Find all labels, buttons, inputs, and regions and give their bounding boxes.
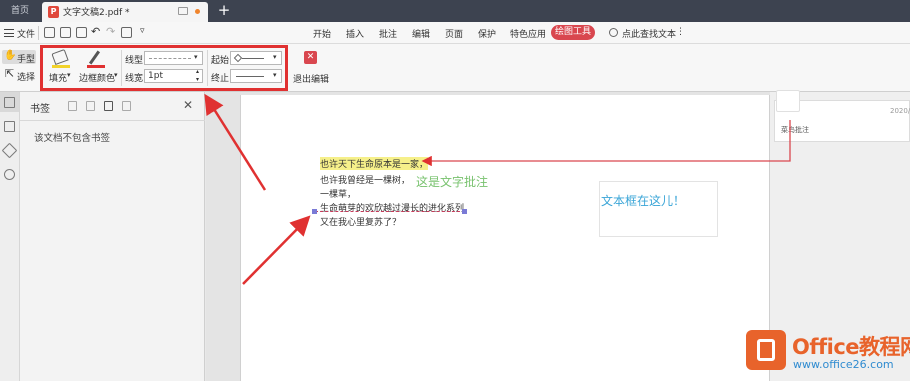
tutorial-arrows [204,93,791,285]
arrow-to-line [242,215,311,285]
watermark-url: www.office26.com [793,358,894,371]
watermark-title: Office教程网 [792,335,910,359]
arrow-to-toolbar [204,93,267,191]
office-logo-mark [757,339,775,361]
comment-connector [421,120,791,167]
